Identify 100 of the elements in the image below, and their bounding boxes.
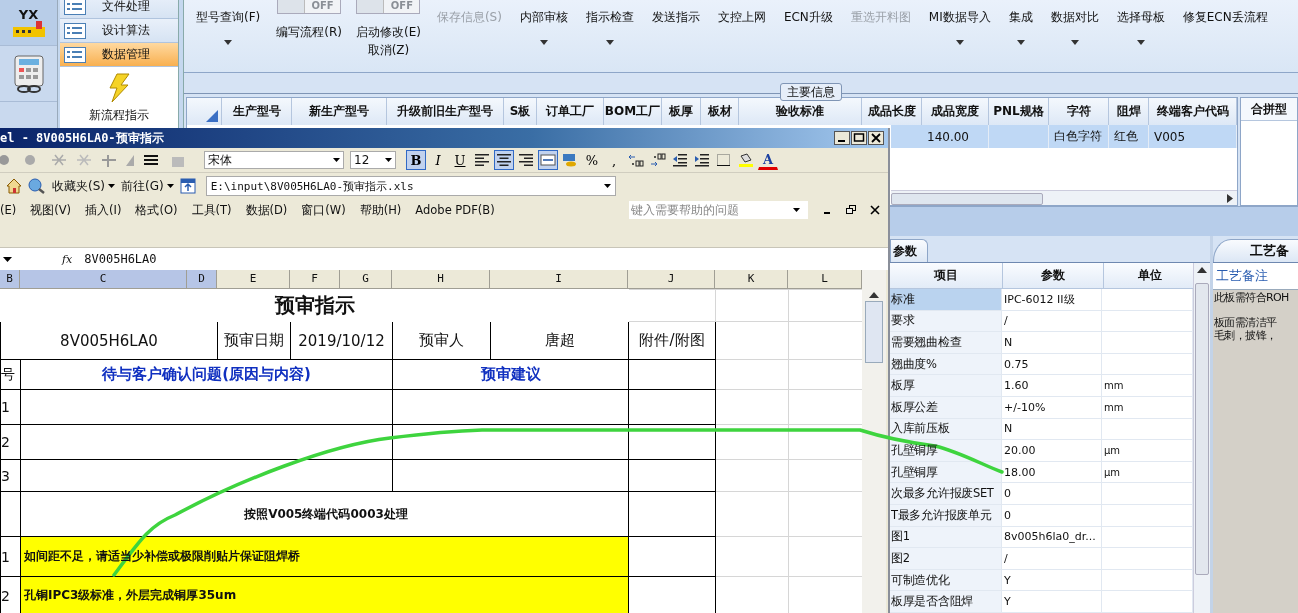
column-header[interactable]: B <box>0 270 20 288</box>
scroll-thumb[interactable] <box>891 193 1043 205</box>
param-name[interactable]: 板厚是否含阻焊 <box>890 591 1002 613</box>
menu-item[interactable]: Adobe PDF(B) <box>415 203 495 217</box>
notes-box[interactable]: 此板需符合ROH 板面需清洁平 毛刺，披锋， <box>1213 289 1298 613</box>
home-icon[interactable] <box>6 178 22 194</box>
nav-item[interactable]: 设计算法 <box>60 19 178 43</box>
maximize-icon[interactable] <box>851 131 867 145</box>
menu-item[interactable]: 视图(V) <box>30 202 72 218</box>
param-name[interactable]: 需要翘曲检查 <box>890 332 1002 353</box>
caret-icon[interactable] <box>108 184 115 188</box>
caret-icon[interactable] <box>3 256 12 262</box>
ribbon-button[interactable]: 集成 <box>1006 0 1035 26</box>
caret-icon[interactable] <box>166 184 174 188</box>
merge-icon[interactable] <box>538 150 558 170</box>
column-header[interactable]: G <box>340 270 392 288</box>
table-row[interactable]: 140.00 白色字符 红色 V005 <box>891 125 1237 148</box>
minimize-icon[interactable] <box>834 131 850 145</box>
param-name[interactable]: 标准 <box>890 288 1002 310</box>
align-center-icon[interactable] <box>494 150 514 170</box>
caret-icon[interactable] <box>605 40 614 45</box>
param-name[interactable]: 图2 <box>890 548 1002 569</box>
ribbon-button[interactable]: 内部审核 <box>517 0 570 26</box>
caret-icon[interactable] <box>385 158 392 162</box>
column-header[interactable]: H <box>392 270 490 288</box>
column-header[interactable]: I <box>490 270 628 288</box>
ribbon-button[interactable]: 发送指示 <box>649 0 702 26</box>
param-name[interactable]: 板厚公差 <box>890 396 1002 418</box>
caret-icon[interactable] <box>603 184 611 188</box>
column-header[interactable]: 升级前旧生产型号 <box>387 98 504 125</box>
column-header[interactable]: 订单工厂 <box>537 98 604 125</box>
search-icon[interactable] <box>28 178 46 194</box>
nav-item[interactable]: 文件处理 <box>60 0 178 19</box>
close-icon[interactable] <box>870 205 880 215</box>
format-button[interactable]: , <box>604 150 624 170</box>
vertical-scrollbar[interactable] <box>1193 263 1210 613</box>
menu-item[interactable]: 数据(D) <box>245 202 288 218</box>
column-header[interactable]: 板材 <box>701 98 739 125</box>
menu-item[interactable]: 帮助(H) <box>359 202 402 218</box>
caret-icon[interactable] <box>333 158 340 162</box>
menu-item[interactable]: 插入(I) <box>85 202 122 218</box>
param-name[interactable]: T最多允许报废单元 <box>890 505 1002 526</box>
vertical-scrollbar[interactable] <box>862 270 886 613</box>
scroll-thumb[interactable] <box>1195 283 1209 575</box>
caret-icon[interactable] <box>1136 40 1145 45</box>
param-name[interactable]: 图1 <box>890 526 1002 548</box>
ribbon-button[interactable]: 指示检查 <box>583 0 636 26</box>
ribbon-button[interactable]: MI数据导入 <box>926 0 993 26</box>
column-header[interactable]: 验收标准 <box>739 98 862 125</box>
caret-icon[interactable] <box>955 40 964 45</box>
param-name[interactable]: 次最多允许报废SET <box>890 483 1002 504</box>
function-label[interactable]: fx <box>62 252 73 266</box>
caret-icon[interactable] <box>793 208 800 212</box>
caret-icon[interactable] <box>1016 40 1025 45</box>
restore-icon[interactable] <box>846 205 856 215</box>
font-dropdown[interactable]: 宋体 <box>204 151 344 169</box>
param-name[interactable]: 翘曲度% <box>890 353 1002 375</box>
go-menu[interactable]: 前往(G) <box>121 177 174 195</box>
column-header[interactable]: 新生产型号 <box>292 98 387 125</box>
column-header[interactable]: C <box>20 270 187 288</box>
notes-tab[interactable]: 工艺备 <box>1213 239 1298 262</box>
format-button[interactable]: U <box>450 150 470 170</box>
cancel-label[interactable]: 取消(Z) <box>367 42 410 59</box>
font-color-button[interactable]: A <box>758 150 778 170</box>
format-button[interactable]: B <box>406 150 426 170</box>
column-header[interactable]: 生产型号 <box>222 98 292 125</box>
scroll-arrow-icon[interactable] <box>1197 267 1207 273</box>
web-toolbar-icon[interactable] <box>179 178 196 194</box>
scroll-arrow-icon[interactable] <box>869 292 879 298</box>
favorites-menu[interactable]: 收藏夹(S) <box>52 177 115 195</box>
column-header[interactable]: 板厚 <box>662 98 701 125</box>
ribbon-button[interactable]: 数据对比 <box>1048 0 1101 26</box>
caret-icon[interactable] <box>539 40 548 45</box>
menu-item[interactable]: 窗口(W) <box>301 202 346 218</box>
ribbon-button[interactable]: ECN升级 <box>781 0 835 26</box>
address-field[interactable]: E:\input\8V005H6LA0-预审指示.xls <box>205 176 616 196</box>
ribbon-button[interactable]: 文控上网 <box>715 0 768 26</box>
calculator-icon[interactable] <box>11 53 46 94</box>
column-header[interactable]: J <box>628 270 715 288</box>
format-button[interactable]: % <box>582 150 602 170</box>
fill-color-icon[interactable] <box>736 150 756 170</box>
column-header[interactable]: BOM工厂 <box>604 98 662 125</box>
column-header[interactable]: D <box>187 270 217 288</box>
menu-item[interactable]: 格式(O) <box>135 202 178 218</box>
menu-item[interactable]: 工具(T) <box>191 202 232 218</box>
menu-item[interactable]: (E) <box>0 203 17 217</box>
param-name[interactable]: 可制造优化 <box>890 569 1002 591</box>
font-size-dropdown[interactable]: 12 <box>350 151 396 169</box>
column-header[interactable]: F <box>290 270 340 288</box>
ribbon-button[interactable]: 修复ECN丢流程 <box>1180 0 1270 26</box>
format-button[interactable]: I <box>428 150 448 170</box>
ribbon-button[interactable]: 型号查询(F) <box>194 0 263 26</box>
caret-icon[interactable] <box>224 40 233 45</box>
caret-icon[interactable] <box>1070 40 1079 45</box>
column-header[interactable]: K <box>715 270 788 288</box>
param-name[interactable]: 孔壁铜厚 <box>890 440 1002 461</box>
column-header[interactable]: S板 <box>504 98 537 125</box>
column-header[interactable]: E <box>217 270 290 288</box>
params-tab[interactable]: 参数 <box>890 239 928 262</box>
horizontal-scrollbar[interactable] <box>891 190 1237 205</box>
